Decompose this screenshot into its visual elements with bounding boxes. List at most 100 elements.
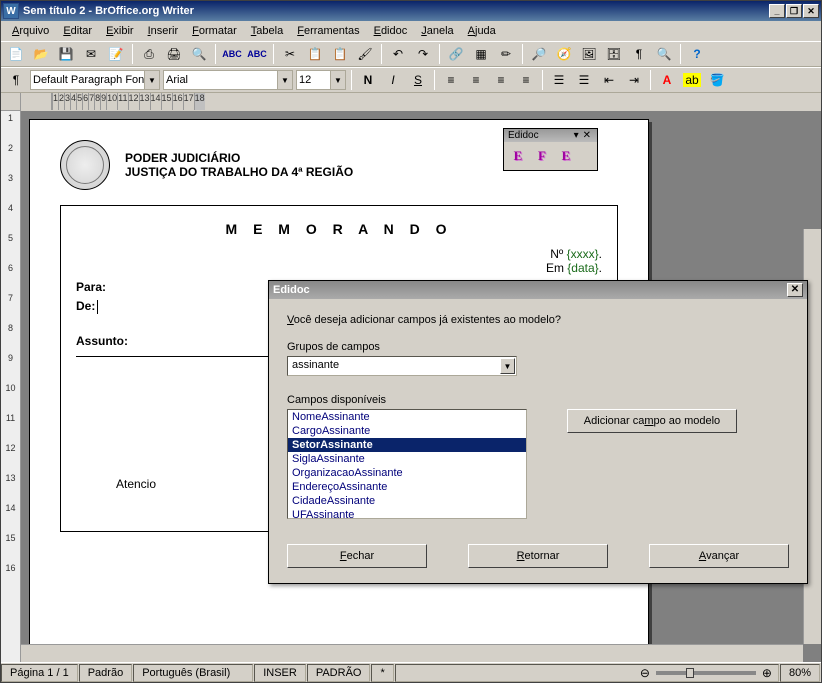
preview-icon[interactable]: 🔍 — [188, 43, 210, 65]
zoom-icon[interactable]: 🔍 — [653, 43, 675, 65]
bullets-icon[interactable]: ☰ — [573, 69, 595, 91]
save-icon[interactable]: 💾 — [55, 43, 77, 65]
autospell-icon[interactable]: ABC — [246, 43, 268, 65]
navigator-icon[interactable]: 🧭 — [553, 43, 575, 65]
find-icon[interactable]: 🔎 — [528, 43, 550, 65]
align-left-icon[interactable]: ≡ — [440, 69, 462, 91]
seal-image — [60, 140, 110, 190]
bold-icon[interactable]: N — [357, 69, 379, 91]
font-size-combo[interactable]: 12▼ — [296, 70, 346, 90]
open-icon[interactable]: 📂 — [30, 43, 52, 65]
dec-indent-icon[interactable]: ⇤ — [598, 69, 620, 91]
new-doc-icon[interactable]: 📄 — [5, 43, 27, 65]
vertical-ruler[interactable]: 12345678910111213141516 — [1, 111, 21, 662]
underline-icon[interactable]: S — [407, 69, 429, 91]
inc-indent-icon[interactable]: ⇥ — [623, 69, 645, 91]
email-icon[interactable]: ✉ — [80, 43, 102, 65]
horizontal-scrollbar[interactable] — [21, 644, 803, 662]
edidoc-btn-0[interactable]: E — [508, 146, 528, 166]
close-button[interactable]: ✕ — [803, 4, 819, 18]
campos-listbox[interactable]: NomeAssinanteCargoAssinanteSetorAssinant… — [287, 409, 527, 519]
de-label: De: — [76, 299, 95, 313]
menu-tabela[interactable]: Tabela — [244, 23, 290, 39]
menu-formatar[interactable]: Formatar — [185, 23, 244, 39]
paragraph-style-combo[interactable]: Default Paragraph Font▼ — [30, 70, 160, 90]
menu-edidoc[interactable]: Edidoc — [367, 23, 415, 39]
status-lang[interactable]: Português (Brasil) — [133, 664, 253, 682]
cut-icon[interactable]: ✂ — [279, 43, 301, 65]
nonprint-icon[interactable]: ¶ — [628, 43, 650, 65]
copy-icon[interactable]: 📋 — [304, 43, 326, 65]
dialog-titlebar[interactable]: Edidoc ✕ — [269, 281, 807, 299]
campo-item[interactable]: CidadeAssinante — [288, 494, 526, 508]
grupos-select[interactable]: assinante ▼ — [287, 356, 517, 376]
status-selmode[interactable]: PADRÃO — [307, 664, 371, 682]
redo-icon[interactable]: ↷ — [412, 43, 434, 65]
avancar-button[interactable]: Avançar — [649, 544, 789, 568]
campo-item[interactable]: NomeAssinante — [288, 410, 526, 424]
maximize-button[interactable]: ❐ — [786, 4, 802, 18]
font-name-combo[interactable]: Arial▼ — [163, 70, 293, 90]
menu-editar[interactable]: Editar — [56, 23, 99, 39]
edidoc-btn-1[interactable]: F — [532, 146, 552, 166]
pdf-export-icon[interactable]: ⎙ — [138, 43, 160, 65]
highlight-icon[interactable]: ab — [681, 69, 703, 91]
retornar-button[interactable]: Retornar — [468, 544, 608, 568]
status-modified[interactable]: * — [371, 664, 393, 682]
zoom-in-icon[interactable]: ⊕ — [762, 666, 772, 680]
datasources-icon[interactable]: 🗄 — [603, 43, 625, 65]
campo-item[interactable]: SiglaAssinante — [288, 452, 526, 466]
menu-arquivo[interactable]: Arquivo — [5, 23, 56, 39]
bg-color-icon[interactable]: 🪣 — [706, 69, 728, 91]
align-right-icon[interactable]: ≡ — [490, 69, 512, 91]
dialog-close-button[interactable]: ✕ — [787, 283, 803, 297]
menu-exibir[interactable]: Exibir — [99, 23, 141, 39]
format-paint-icon[interactable]: 🖌 — [354, 43, 376, 65]
add-field-button[interactable]: Adicionar campo ao modelo — [567, 409, 737, 433]
justify-icon[interactable]: ≡ — [515, 69, 537, 91]
menu-inserir[interactable]: Inserir — [141, 23, 186, 39]
chevron-down-icon[interactable]: ▼ — [277, 71, 292, 89]
paste-icon[interactable]: 📋 — [329, 43, 351, 65]
menu-ferramentas[interactable]: Ferramentas — [290, 23, 366, 39]
status-zoom[interactable]: 80% — [780, 664, 820, 682]
chevron-down-icon[interactable]: ▼ — [330, 71, 345, 89]
zoom-slider[interactable] — [656, 671, 756, 675]
chevron-down-icon[interactable]: ▼ — [500, 358, 515, 374]
show-draw-icon[interactable]: ✏ — [495, 43, 517, 65]
chevron-down-icon[interactable]: ▼ — [144, 71, 159, 89]
hyperlink-icon[interactable]: 🔗 — [445, 43, 467, 65]
float-close-icon[interactable]: ✕ — [581, 130, 593, 141]
status-zoom-controls: ⊖ ⊕ — [395, 664, 779, 682]
styles-icon[interactable]: ¶ — [5, 69, 27, 91]
campo-item[interactable]: OrganizacaoAssinante — [288, 466, 526, 480]
float-menu-icon[interactable]: ▾ — [572, 130, 581, 141]
table-icon[interactable]: ▦ — [470, 43, 492, 65]
status-page[interactable]: Página 1 / 1 — [1, 664, 78, 682]
zoom-out-icon[interactable]: ⊖ — [640, 666, 650, 680]
numbering-icon[interactable]: ☰ — [548, 69, 570, 91]
menu-ajuda[interactable]: Ajuda — [461, 23, 503, 39]
gallery-icon[interactable]: 🖼 — [578, 43, 600, 65]
help-icon[interactable]: ? — [686, 43, 708, 65]
campo-item[interactable]: SetorAssinante — [288, 438, 526, 452]
print-icon[interactable]: 🖨 — [163, 43, 185, 65]
edit-doc-icon[interactable]: 📝 — [105, 43, 127, 65]
fechar-button[interactable]: Fechar — [287, 544, 427, 568]
campo-item[interactable]: CargoAssinante — [288, 424, 526, 438]
menu-janela[interactable]: Janela — [414, 23, 460, 39]
campo-item[interactable]: EndereçoAssinante — [288, 480, 526, 494]
undo-icon[interactable]: ↶ — [387, 43, 409, 65]
align-center-icon[interactable]: ≡ — [465, 69, 487, 91]
font-color-icon[interactable]: A — [656, 69, 678, 91]
edidoc-float-toolbar[interactable]: Edidoc ▾ ✕ EFE — [503, 128, 598, 171]
grupos-value: assinante — [292, 359, 339, 371]
minimize-button[interactable]: _ — [769, 4, 785, 18]
italic-icon[interactable]: I — [382, 69, 404, 91]
edidoc-btn-2[interactable]: E — [556, 146, 576, 166]
num-field: {xxxx} — [567, 247, 599, 261]
spellcheck-icon[interactable]: ABC — [221, 43, 243, 65]
status-insert[interactable]: INSER — [254, 664, 306, 682]
campo-item[interactable]: UFAssinante — [288, 508, 526, 519]
status-style[interactable]: Padrão — [79, 664, 132, 682]
